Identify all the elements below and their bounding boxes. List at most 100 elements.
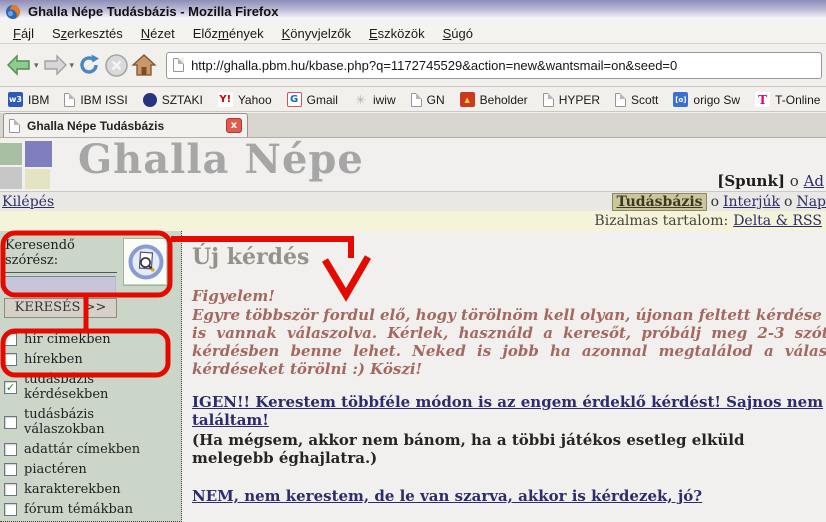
bookmarks-toolbar: w3IBM IBM ISSI SZTAKI Y!Yahoo GGmail ✳iwiw GN ▲…: [0, 88, 826, 112]
checkbox-label: hírekben: [24, 352, 83, 367]
checkbox-row-tud-sb-zis-v-laszokban[interactable]: tudásbázis válaszokban: [4, 407, 177, 437]
reload-button[interactable]: [76, 52, 102, 78]
separator: o: [790, 172, 799, 190]
tab-favicon: [9, 119, 20, 133]
bookmark-beholder[interactable]: ▲ Beholder: [460, 92, 528, 107]
menu-bar: FájlSzerkesztésNézetElőzményekKönyvjelző…: [0, 23, 826, 44]
bookmark-label: Scott: [631, 93, 658, 107]
note-text: (Ha mégsem, akkor nem bánom, ha a többi …: [192, 431, 826, 467]
nav-nap-link[interactable]: Nap: [796, 194, 826, 210]
bookmark-ibm-issi[interactable]: IBM ISSI: [64, 93, 127, 107]
checkbox[interactable]: [4, 483, 17, 496]
nav-interjuk-link[interactable]: Interjúk: [723, 194, 780, 210]
logout-link[interactable]: Kilépés: [0, 194, 54, 210]
find-in-page-button[interactable]: [123, 238, 168, 286]
page-favicon: [173, 58, 184, 72]
bookmark-label: GN: [427, 93, 445, 107]
tab-close-button[interactable]: x: [226, 118, 242, 133]
back-button[interactable]: ▾: [5, 53, 39, 77]
search-scope-list: hír címekben hírekben ✓tudásbázis kérdések…: [4, 332, 177, 522]
beholder-icon: ▲: [460, 92, 475, 107]
nav-tudasbazis-current[interactable]: Tudásbázis: [612, 193, 706, 211]
home-button[interactable]: [131, 53, 157, 78]
navigation-toolbar: ▾ ▾: [0, 44, 826, 87]
bookmark-ibm[interactable]: w3IBM: [8, 92, 49, 107]
forward-button[interactable]: ▾: [41, 53, 75, 77]
bookmark-iwiw[interactable]: ✳iwiw: [353, 92, 396, 107]
tab-ghalla-nepe-tudasbazis[interactable]: Ghalla Népe Tudásbázis x: [3, 113, 248, 137]
menu-eszk-z-k[interactable]: Eszközök: [360, 24, 434, 43]
bookmark-label: origo Sw: [693, 93, 740, 107]
bookmark-scott[interactable]: Scott: [615, 93, 658, 107]
user-name: [Spunk]: [717, 172, 785, 190]
content-area: Keresendő szórész: KERESÉS >> hír címekb…: [0, 231, 826, 522]
bookmark-label: Gmail: [307, 93, 338, 107]
site-title: Ghalla Népe: [78, 136, 364, 183]
bookmark-origo-sw[interactable]: [o] origo Sw: [673, 92, 740, 107]
menu-s-g[interactable]: Súgó: [434, 24, 482, 43]
checkbox[interactable]: [4, 463, 17, 476]
search-button[interactable]: KERESÉS >>: [4, 298, 117, 318]
menu-k-nyvjelz-k[interactable]: Könyvjelzők: [273, 24, 360, 43]
origo-icon: [o]: [673, 92, 688, 107]
warning-paragraph: Egyre többször fordul elő, hogy törölnöm…: [192, 306, 826, 378]
bookmark-label: iwiw: [373, 93, 396, 107]
firefox-icon: [5, 4, 21, 20]
checkbox[interactable]: [4, 333, 17, 346]
bookmark-label: Yahoo: [238, 93, 272, 107]
checkbox[interactable]: [4, 443, 17, 456]
window-title: Ghalla Népe Tudásbázis - Mozilla Firefox: [28, 4, 278, 19]
page-icon: [615, 93, 626, 107]
back-dropdown-icon[interactable]: ▾: [34, 60, 39, 71]
checkbox-checked[interactable]: ✓: [4, 381, 17, 394]
checkbox[interactable]: [4, 503, 17, 516]
tab-title: Ghalla Népe Tudásbázis: [27, 119, 164, 133]
bookmark-sztaki[interactable]: SZTAKI: [143, 93, 203, 107]
logo-square-purple: [25, 141, 52, 167]
answer-yes-link[interactable]: IGEN!! Kerestem többféle módon is az eng…: [192, 393, 826, 429]
checkbox-row-h-rekben[interactable]: hírekben: [4, 352, 177, 367]
forward-dropdown-icon[interactable]: ▾: [70, 60, 75, 71]
delta-rss-link[interactable]: Delta & RSS: [733, 213, 822, 229]
reload-icon: [76, 52, 102, 78]
user-line: [Spunk] o Ad: [717, 172, 824, 190]
bookmark-t-online[interactable]: TT-Online: [755, 92, 820, 107]
checkbox-row-adatt-r-c-mekben[interactable]: adattár címekben: [4, 442, 177, 457]
checkbox-row-h-r-c-mekben[interactable]: hír címekben: [4, 332, 177, 347]
checkbox[interactable]: [4, 416, 17, 429]
main-content: Új kérdés Figyelem! Egyre többször fordu…: [182, 231, 826, 522]
bookmark-gn[interactable]: GN: [411, 93, 445, 107]
bookmark-yahoo[interactable]: Y!Yahoo: [218, 92, 272, 107]
answer-no-link[interactable]: NEM, nem kerestem, de le van szarva, akk…: [192, 487, 702, 505]
url-input[interactable]: [191, 58, 815, 73]
menu-szerkeszt-s[interactable]: Szerkesztés: [43, 24, 132, 43]
checkbox[interactable]: [4, 353, 17, 366]
checkbox-row-f-rum-t-m-kban[interactable]: fórum témákban: [4, 502, 177, 517]
bookmark-gmail[interactable]: GGmail: [287, 92, 338, 107]
checkbox-label: fórum témákban: [24, 502, 133, 517]
search-input[interactable]: [4, 276, 116, 294]
logo-square-yellow: [25, 169, 50, 189]
menu-f-jl[interactable]: Fájl: [4, 24, 43, 43]
stop-button[interactable]: [104, 53, 129, 78]
warning-line: Egyre többször fordul elő, hogy törölnöm…: [192, 306, 826, 324]
forward-icon: [41, 53, 69, 77]
checkbox-row-karakterekben[interactable]: karakterekben: [4, 482, 177, 497]
bookmark-hyper[interactable]: HYPER: [543, 93, 600, 107]
bookmark-label: HYPER: [559, 93, 600, 107]
checkbox-label: karakterekben: [24, 482, 121, 497]
tonline-icon: T: [755, 92, 770, 107]
page-title: Új kérdés: [192, 244, 826, 270]
url-bar[interactable]: [166, 52, 822, 79]
menu-el-zm-nyek[interactable]: Előzmények: [184, 24, 273, 43]
menu-n-zet[interactable]: Nézet: [132, 24, 184, 43]
back-icon: [5, 53, 33, 77]
checkbox-row-piact-ren[interactable]: piactéren: [4, 462, 177, 477]
bookmark-label: Beholder: [480, 93, 528, 107]
page-icon: [411, 93, 422, 107]
separator: o: [711, 194, 719, 210]
logo-square-gray: [0, 167, 22, 189]
checkbox-row-tud-sb-zis-k-rd-sekben[interactable]: ✓tudásbázis kérdésekben: [4, 372, 177, 402]
user-profile-link[interactable]: Ad: [804, 172, 824, 190]
site-header: Ghalla Népe [Spunk] o Ad: [0, 138, 826, 191]
